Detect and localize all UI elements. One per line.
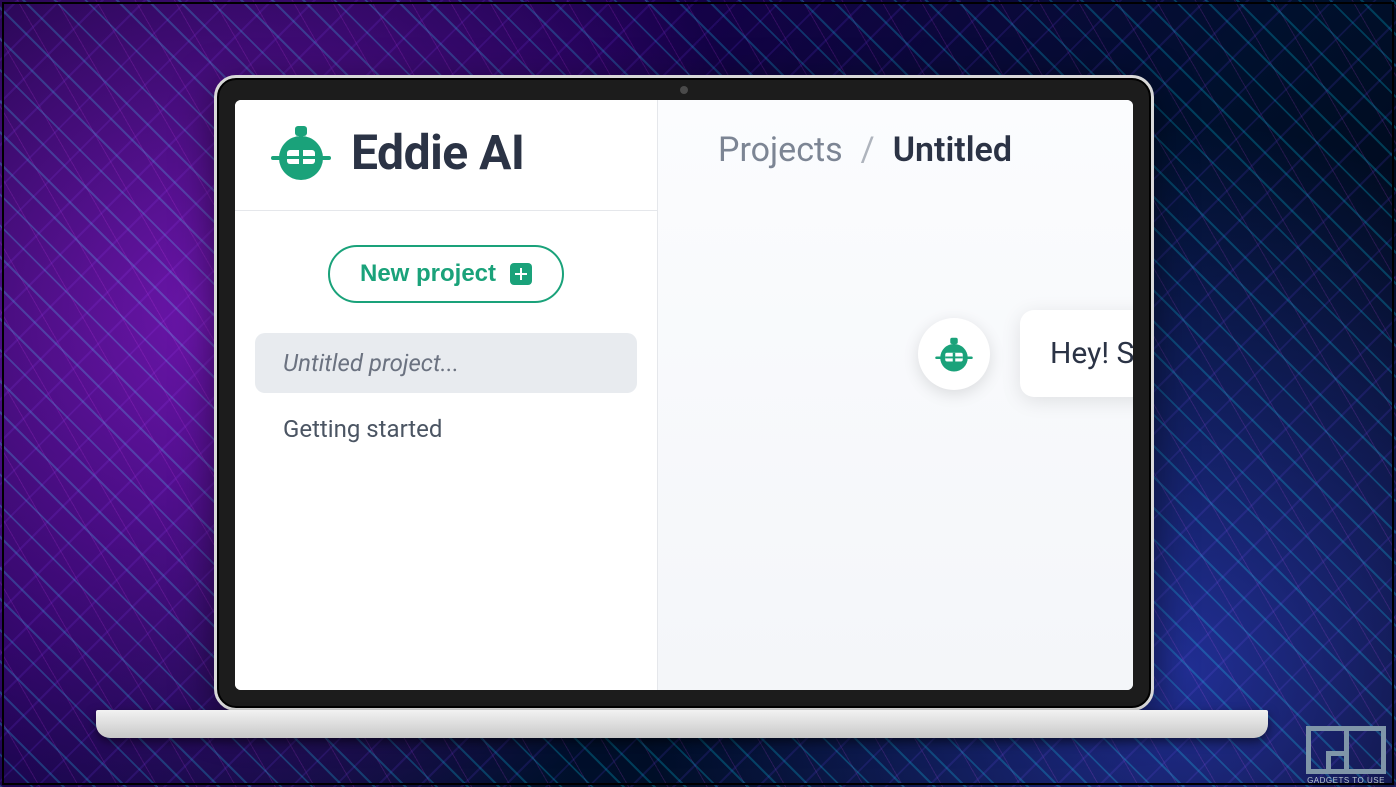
sidebar-item-untitled-project[interactable]: Untitled project... <box>255 333 637 393</box>
new-project-button[interactable]: New project <box>328 245 564 303</box>
breadcrumb-root[interactable]: Projects <box>718 130 843 170</box>
app-title: Eddie AI <box>351 124 524 181</box>
laptop-base <box>96 710 1268 738</box>
chat-message-text: Hey! S <box>1050 336 1133 371</box>
app-screen: Eddie AI New project Untitled project...… <box>235 100 1133 690</box>
sidebar: Eddie AI New project Untitled project...… <box>235 100 658 690</box>
laptop-frame: Eddie AI New project Untitled project...… <box>214 75 1154 711</box>
breadcrumb-separator: / <box>861 130 875 170</box>
watermark-logo-icon <box>1306 726 1386 774</box>
chat-row: Hey! S <box>918 310 1133 397</box>
assistant-avatar <box>918 318 990 390</box>
eddie-logo-icon <box>269 120 333 184</box>
new-project-label: New project <box>360 260 496 288</box>
chat-message-bubble: Hey! S <box>1020 310 1133 397</box>
watermark-label: GADGETS TO USE <box>1306 776 1386 785</box>
sidebar-item-getting-started[interactable]: Getting started <box>255 399 637 459</box>
laptop-camera-dot <box>680 86 688 94</box>
sidebar-body: New project Untitled project... Getting … <box>235 211 657 493</box>
breadcrumb: Projects / Untitled <box>658 100 1133 200</box>
breadcrumb-current: Untitled <box>893 130 1012 170</box>
eddie-avatar-icon <box>934 334 974 374</box>
sidebar-item-label: Getting started <box>283 415 442 443</box>
plus-icon <box>510 263 532 285</box>
main-panel: Projects / Untitled <box>658 100 1133 690</box>
brand-header: Eddie AI <box>235 100 657 211</box>
sidebar-item-label: Untitled project... <box>283 349 459 377</box>
watermark: GADGETS TO USE <box>1306 726 1386 785</box>
